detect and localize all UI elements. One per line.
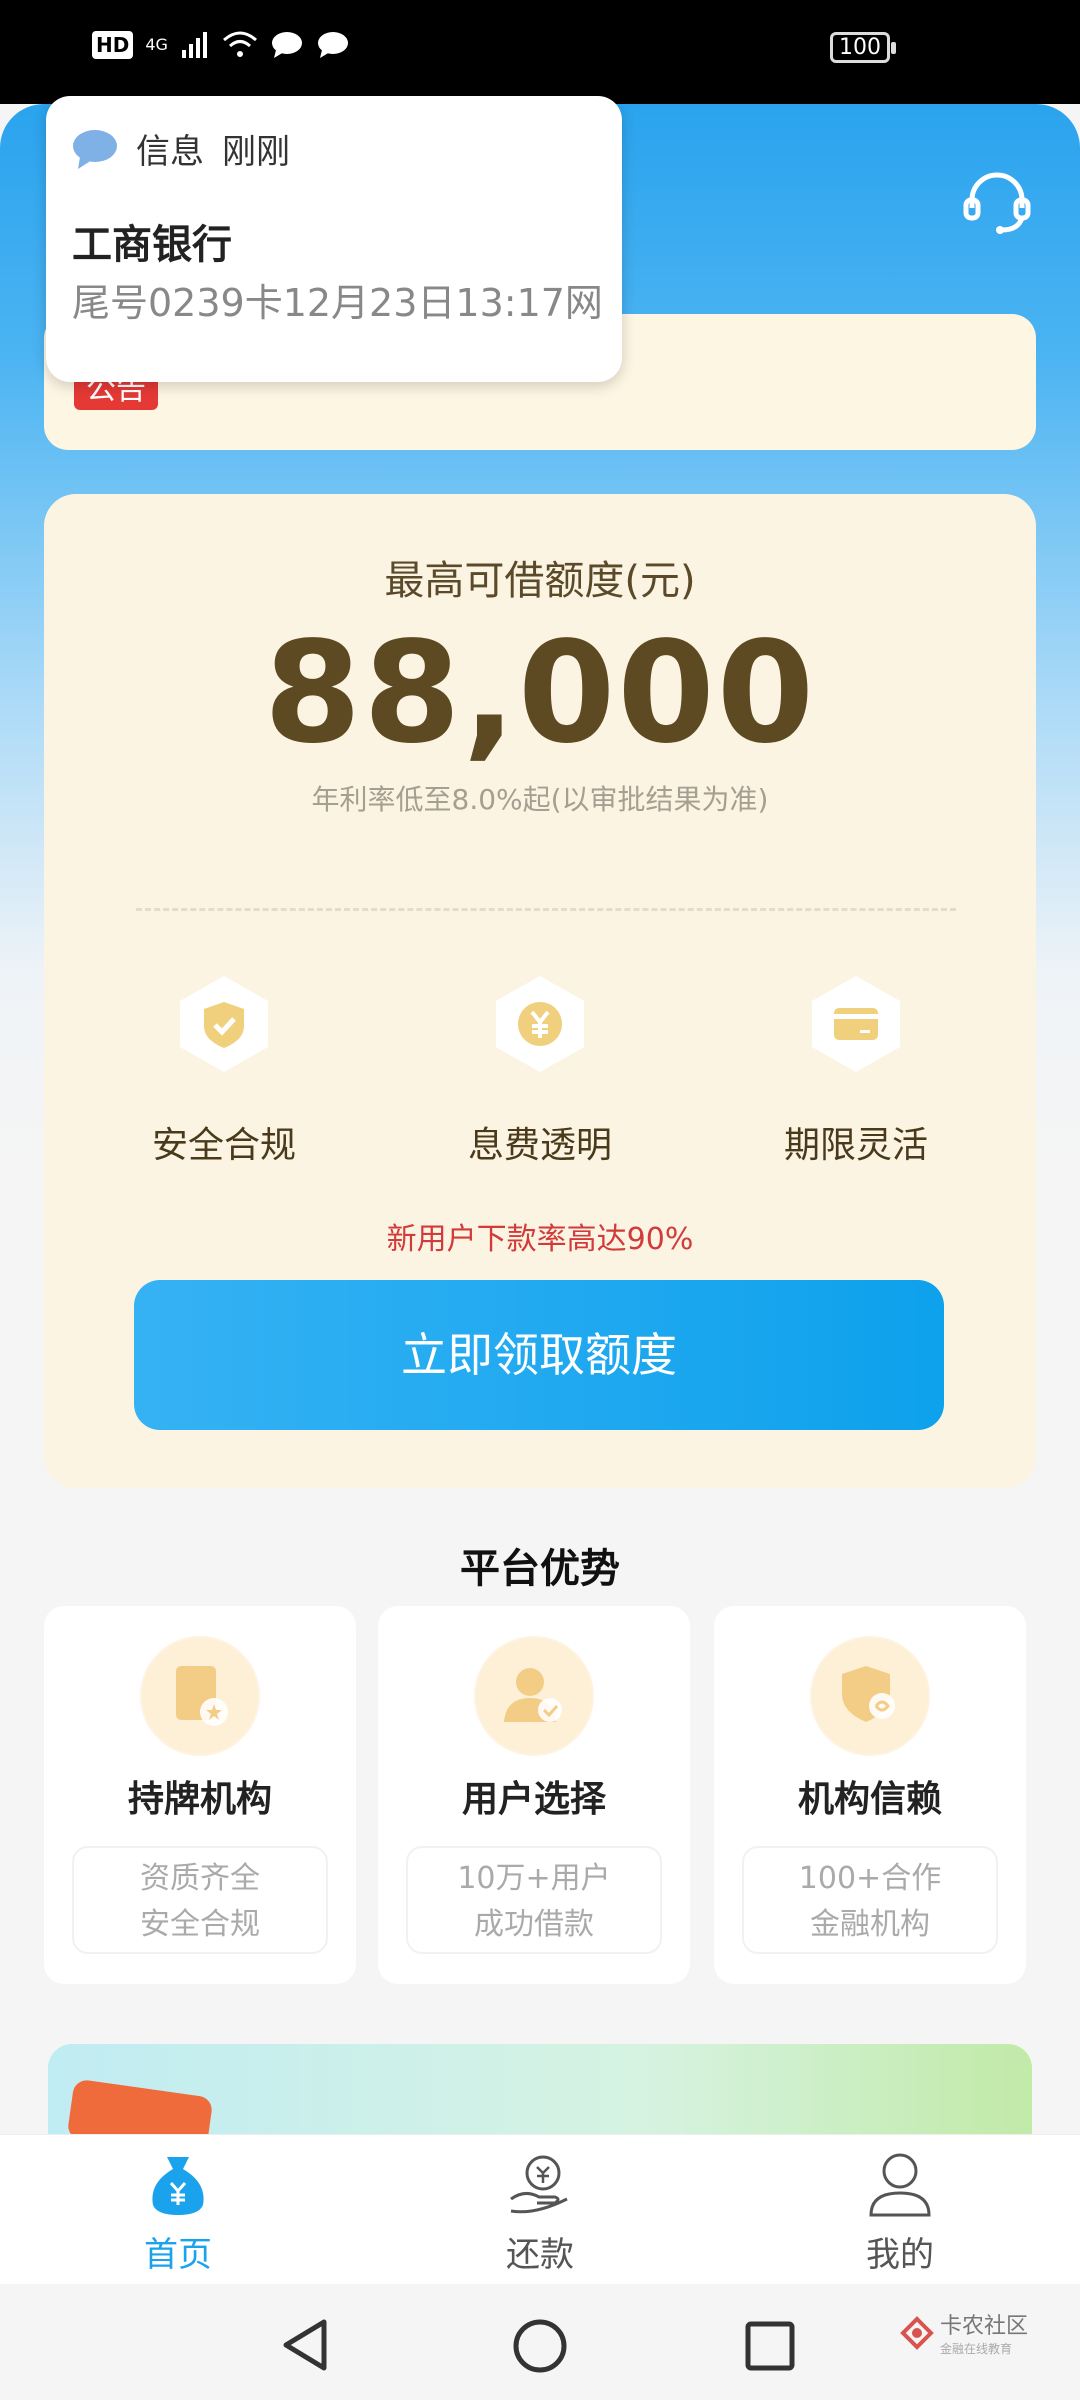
nav-home[interactable]: 首页 <box>78 2149 278 2276</box>
licensed-institution-icon <box>140 1636 260 1756</box>
advantage-desc-line1: 100+合作 <box>798 1861 942 1896</box>
watermark: 卡农社区 金融在线教育 <box>900 2308 1028 2357</box>
advantage-card-trust: 机构信赖 100+合作 金融机构 <box>714 1606 1026 1984</box>
nav-mine-label: 我的 <box>866 2235 934 2275</box>
advantage-card-licensed: 持牌机构 资质齐全 安全合规 <box>44 1606 356 1984</box>
advantage-title: 用户选择 <box>461 1779 606 1820</box>
watermark-line1: 卡农社区 <box>940 2314 1029 2339</box>
nav-home-label: 首页 <box>144 2235 212 2275</box>
shield-check-icon <box>180 976 268 1072</box>
advantage-title: 机构信赖 <box>797 1779 942 1820</box>
bottom-nav: 首页 还款 我的 <box>0 2134 1080 2284</box>
nav-repay-label: 还款 <box>506 2235 574 2275</box>
hd-badge: HD <box>92 31 134 59</box>
quota-label: 最高可借额度(元) <box>384 558 696 604</box>
money-bag-icon <box>152 2157 204 2215</box>
push-title: 工商银行 <box>72 222 232 268</box>
feature-label: 期限灵活 <box>783 1125 928 1166</box>
push-notification[interactable]: 信息 刚刚 工商银行 尾号0239卡12月23日13:17网 <box>46 96 622 382</box>
advantage-card-users: 用户选择 10万+用户 成功借款 <box>378 1606 690 1984</box>
feature-label: 安全合规 <box>151 1125 296 1166</box>
push-header: 信息 刚刚 <box>72 124 290 173</box>
status-right: 100 <box>830 32 890 63</box>
nav-mine[interactable]: 我的 <box>800 2149 1000 2276</box>
advantage-desc: 100+合作 金融机构 <box>742 1846 998 1954</box>
status-left: HD 4G <box>92 30 350 60</box>
watermark-logo-icon <box>900 2315 934 2350</box>
advantage-desc: 10万+用户 成功借款 <box>406 1846 662 1954</box>
message-icon-2 <box>317 32 348 58</box>
advantage-desc-line2: 安全合规 <box>140 1907 260 1942</box>
watermark-text: 卡农社区 金融在线教育 <box>940 2308 1028 2357</box>
network-type: 4G <box>145 35 168 54</box>
home-circle-icon[interactable] <box>512 2318 568 2374</box>
message-app-icon <box>73 129 117 169</box>
advantage-desc-line2: 成功借款 <box>474 1907 594 1942</box>
card-icon <box>812 976 900 1072</box>
status-bar: HD 4G 100 <box>0 0 1080 104</box>
back-icon[interactable] <box>280 2318 330 2372</box>
customer-service-icon[interactable] <box>962 168 1032 238</box>
feature-transparent: 息费透明 <box>420 974 660 1168</box>
yuan-coin-icon <box>496 976 584 1072</box>
promo-banner[interactable] <box>48 2044 1032 2144</box>
quota-card: 最高可借额度(元) 88,000 年利率低至8.0%起(以审批结果为准) 安全合… <box>44 494 1036 1488</box>
push-body: 尾号0239卡12月23日13:17网 <box>72 281 603 325</box>
trust-shield-icon <box>810 1636 930 1756</box>
battery-icon: 100 <box>830 32 890 63</box>
feature-label: 息费透明 <box>467 1125 612 1166</box>
watermark-line2: 金融在线教育 <box>940 2342 1013 2356</box>
claim-quota-button[interactable]: 立即领取额度 <box>134 1280 944 1430</box>
advantage-title: 持牌机构 <box>127 1779 272 1820</box>
advantage-desc-line1: 10万+用户 <box>457 1861 611 1896</box>
recents-square-icon[interactable] <box>744 2320 796 2372</box>
section-title: 平台优势 <box>460 1546 620 1592</box>
promo-text: 新用户下款率高达90% <box>386 1222 694 1257</box>
dashed-divider <box>136 908 956 911</box>
advantage-desc-line2: 金融机构 <box>810 1907 930 1942</box>
rate-note: 年利率低至8.0%起(以审批结果为准) <box>311 783 769 816</box>
advantage-desc-line1: 资质齐全 <box>140 1861 260 1896</box>
push-time: 刚刚 <box>222 132 290 172</box>
feature-security: 安全合规 <box>104 974 344 1168</box>
wifi-icon <box>222 31 257 57</box>
user-icon <box>869 2153 931 2217</box>
nav-repay[interactable]: 还款 <box>440 2149 640 2276</box>
advantage-desc: 资质齐全 安全合规 <box>72 1846 328 1954</box>
push-app-name: 信息 <box>136 132 204 172</box>
quota-amount: 88,000 <box>263 612 817 775</box>
message-icon <box>271 32 302 58</box>
signal-icon <box>181 32 207 58</box>
repay-hand-icon <box>510 2155 568 2214</box>
user-check-icon <box>474 1636 594 1756</box>
feature-flexible: 期限灵活 <box>736 974 976 1168</box>
